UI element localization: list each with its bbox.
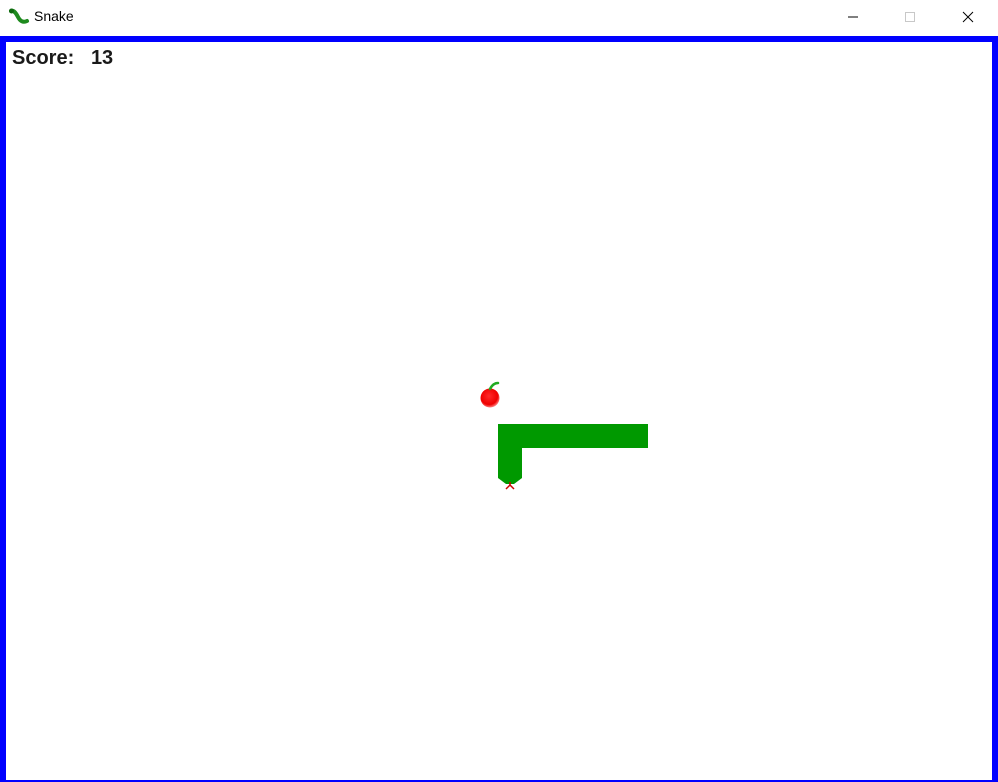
close-icon bbox=[962, 11, 974, 23]
minimize-icon bbox=[848, 16, 858, 18]
board-canvas bbox=[480, 381, 648, 490]
snake-icon bbox=[9, 8, 29, 24]
apple bbox=[480, 381, 500, 408]
snake bbox=[498, 424, 648, 490]
minimize-button[interactable] bbox=[830, 0, 876, 34]
snake-body-vertical bbox=[498, 424, 522, 476]
game-border: Score: 13 bbox=[0, 36, 998, 782]
window-title: Snake bbox=[34, 8, 74, 24]
maximize-button[interactable] bbox=[887, 0, 933, 34]
game-board[interactable]: Score: 13 bbox=[6, 42, 992, 780]
close-button[interactable] bbox=[945, 0, 991, 34]
maximize-icon bbox=[905, 12, 915, 22]
snake-window: Snake Score: 13 bbox=[0, 0, 998, 782]
title-bar[interactable]: Snake bbox=[0, 0, 998, 35]
